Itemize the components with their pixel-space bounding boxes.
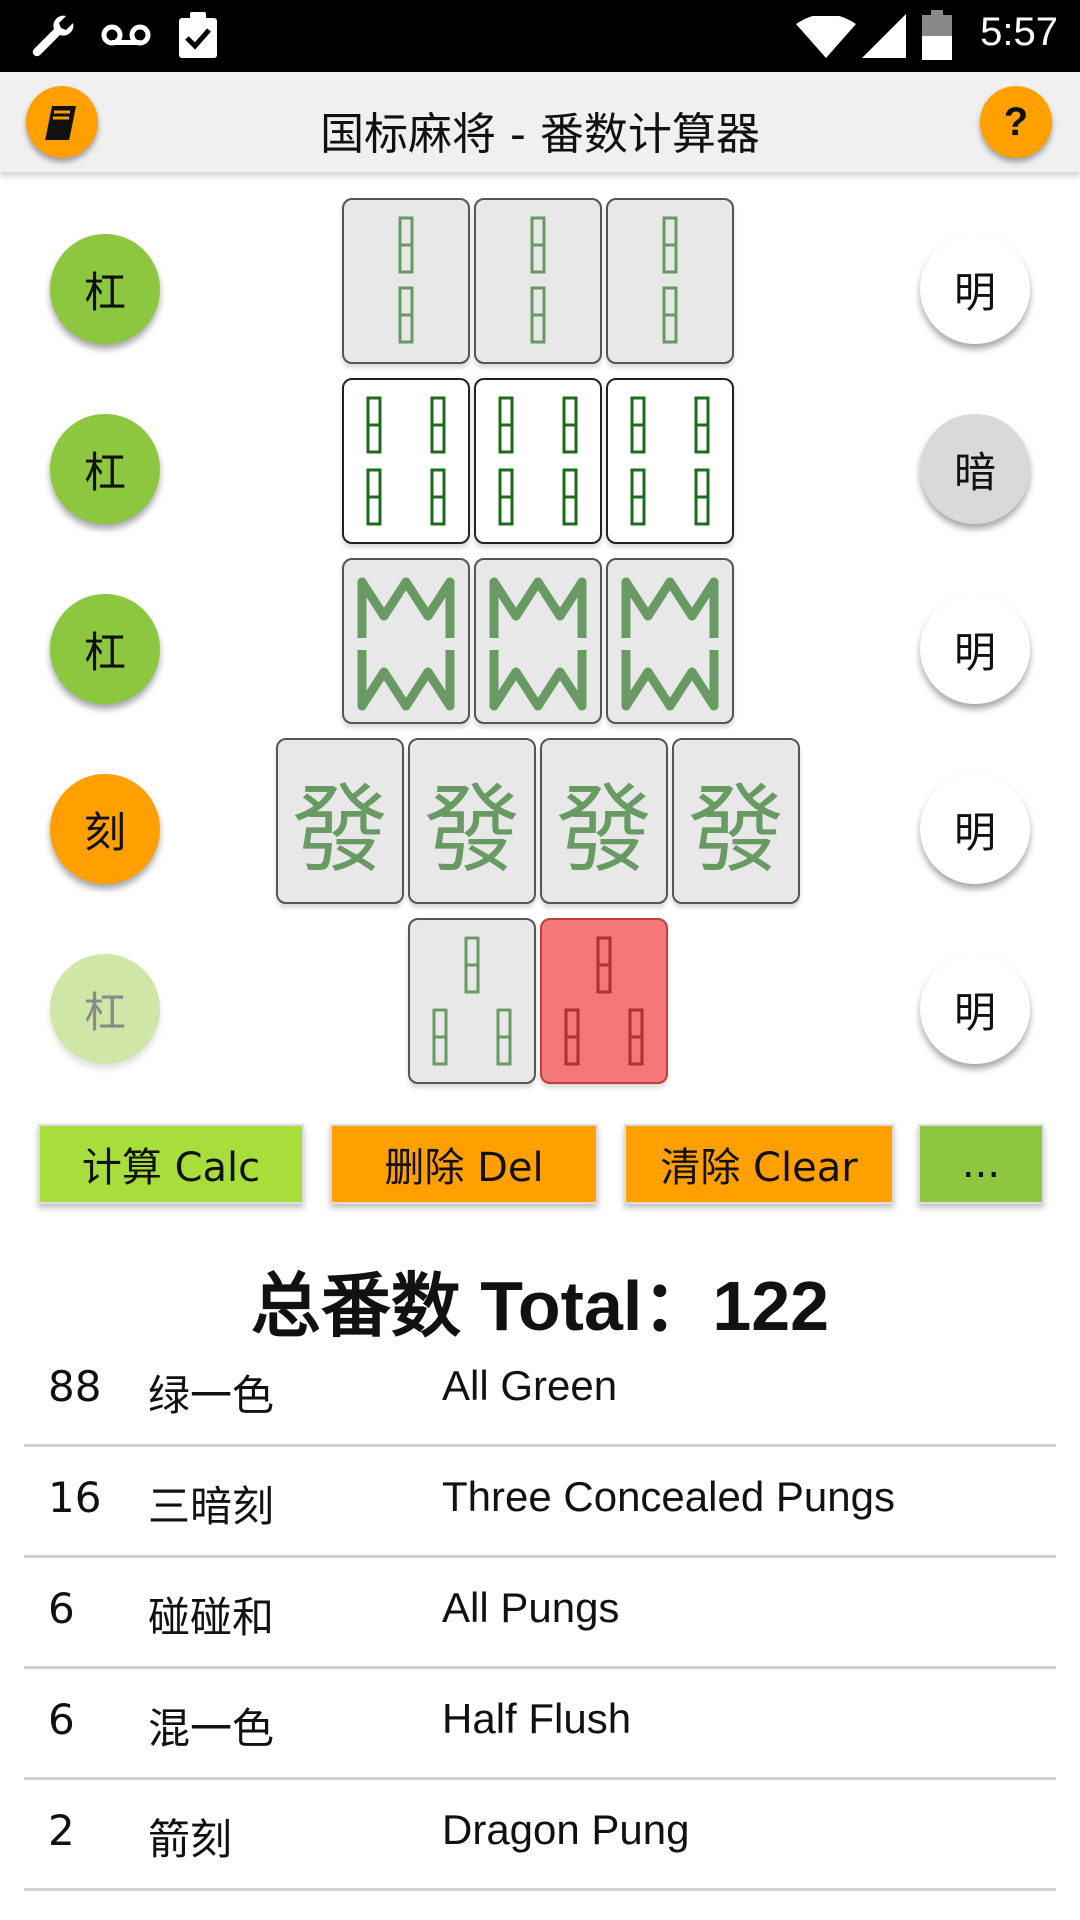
row1-kong-toggle[interactable]: 杠	[50, 234, 160, 344]
tile-bamboo-2[interactable]	[474, 198, 602, 364]
tile-green-dragon[interactable]: 發	[540, 738, 668, 904]
tile-bamboo-4[interactable]	[606, 378, 734, 544]
result-row: 2 箭刻 Dragon Pung	[24, 1778, 1056, 1891]
tile-bamboo-8[interactable]	[474, 558, 602, 724]
tile-face: 發	[556, 773, 652, 886]
app-title: 国标麻将 - 番数计算器	[320, 109, 760, 160]
row3-exposed-label: 明	[953, 627, 996, 677]
bamboo-8-icon	[357, 577, 455, 711]
row4-pung-label: 刻	[83, 807, 126, 857]
tile-face: 發	[424, 773, 520, 886]
row1-exposed-toggle[interactable]: 明	[920, 234, 1030, 344]
result-fan: 2	[48, 1806, 75, 1855]
tile-face: 發	[292, 773, 388, 886]
voicemail-icon	[101, 24, 151, 46]
tile-bamboo-3[interactable]	[408, 918, 536, 1084]
row5-exposed-toggle[interactable]: 明	[920, 954, 1030, 1064]
row4-pung-toggle[interactable]: 刻	[50, 774, 160, 884]
row3-kong-toggle[interactable]: 杠	[50, 594, 160, 704]
signal-icon	[862, 14, 906, 58]
tile-bamboo-4[interactable]	[342, 378, 470, 544]
tile-face: 發	[688, 773, 784, 886]
tile-bamboo-2[interactable]	[342, 198, 470, 364]
result-row: 6 混一色 Half Flush	[24, 1667, 1056, 1780]
tile-bamboo-8[interactable]	[606, 558, 734, 724]
row5-kong-toggle[interactable]: 杠	[50, 954, 160, 1064]
result-name-en: Half Flush	[442, 1695, 632, 1742]
bamboo-4-icon	[630, 396, 710, 526]
result-name-cn: 碰碰和	[148, 1593, 275, 1642]
tile-bamboo-2[interactable]	[606, 198, 734, 364]
result-name-en: All Green	[442, 1362, 618, 1409]
row3-kong-label: 杠	[83, 627, 126, 677]
app-bar: 国标麻将 - 番数计算器 ?	[0, 72, 1080, 172]
wrench-icon	[32, 15, 74, 57]
status-time: 5:57	[980, 10, 1058, 54]
help-button[interactable]: ?	[980, 86, 1052, 158]
clipboard-check-icon	[179, 12, 217, 58]
row5-kong-label: 杠	[83, 987, 126, 1037]
bamboo-2-icon	[662, 216, 678, 344]
result-name-en: All Pungs	[442, 1584, 620, 1631]
tile-green-dragon[interactable]: 發	[408, 738, 536, 904]
bamboo-8-icon	[621, 577, 719, 711]
tile-green-dragon[interactable]: 發	[276, 738, 404, 904]
row2-kong-label: 杠	[83, 447, 126, 497]
result-row: 6 碰碰和 All Pungs	[24, 1556, 1056, 1669]
result-fan: 6	[48, 1584, 75, 1633]
row4-exposed-label: 明	[953, 807, 996, 857]
status-bar: 5:57	[0, 0, 1080, 72]
row1-exposed-label: 明	[953, 267, 996, 317]
row1-kong-label: 杠	[83, 267, 126, 317]
wifi-icon	[796, 16, 856, 58]
more-button[interactable]: ...	[918, 1124, 1044, 1204]
delete-button[interactable]: 删除 Del	[330, 1124, 598, 1204]
bamboo-4-icon	[366, 396, 446, 526]
result-name-cn: 绿一色	[148, 1371, 275, 1420]
result-row: 16 三暗刻 Three Concealed Pungs	[24, 1445, 1056, 1558]
row2-concealed-label: 暗	[953, 447, 996, 497]
row4-exposed-toggle[interactable]: 明	[920, 774, 1030, 884]
calc-button[interactable]: 计算 Calc	[38, 1124, 304, 1204]
tile-bamboo-3[interactable]	[540, 918, 668, 1084]
bamboo-3-icon	[564, 936, 644, 1066]
bamboo-2-icon	[398, 216, 414, 344]
row2-kong-toggle[interactable]: 杠	[50, 414, 160, 524]
row2-concealed-toggle[interactable]: 暗	[920, 414, 1030, 524]
result-fan: 16	[48, 1473, 102, 1522]
bamboo-8-icon	[489, 577, 587, 711]
tile-bamboo-8[interactable]	[342, 558, 470, 724]
battery-icon	[922, 10, 952, 60]
clear-button[interactable]: 清除 Clear	[624, 1124, 894, 1204]
bamboo-4-icon	[498, 396, 578, 526]
row3-exposed-toggle[interactable]: 明	[920, 594, 1030, 704]
bamboo-3-icon	[432, 936, 512, 1066]
result-name-en: Three Concealed Pungs	[442, 1473, 895, 1520]
tile-bamboo-4[interactable]	[474, 378, 602, 544]
result-row: 88 绿一色 All Green	[24, 1334, 1056, 1447]
result-fan: 88	[48, 1362, 102, 1411]
result-name-cn: 三暗刻	[148, 1482, 275, 1531]
bamboo-2-icon	[530, 216, 546, 344]
result-name-cn: 箭刻	[148, 1815, 233, 1864]
help-icon: ?	[1003, 99, 1029, 144]
result-name-cn: 混一色	[148, 1704, 275, 1753]
result-name-en: Dragon Pung	[442, 1806, 690, 1853]
tile-green-dragon[interactable]: 發	[672, 738, 800, 904]
row5-exposed-label: 明	[953, 987, 996, 1037]
result-fan: 6	[48, 1695, 75, 1744]
